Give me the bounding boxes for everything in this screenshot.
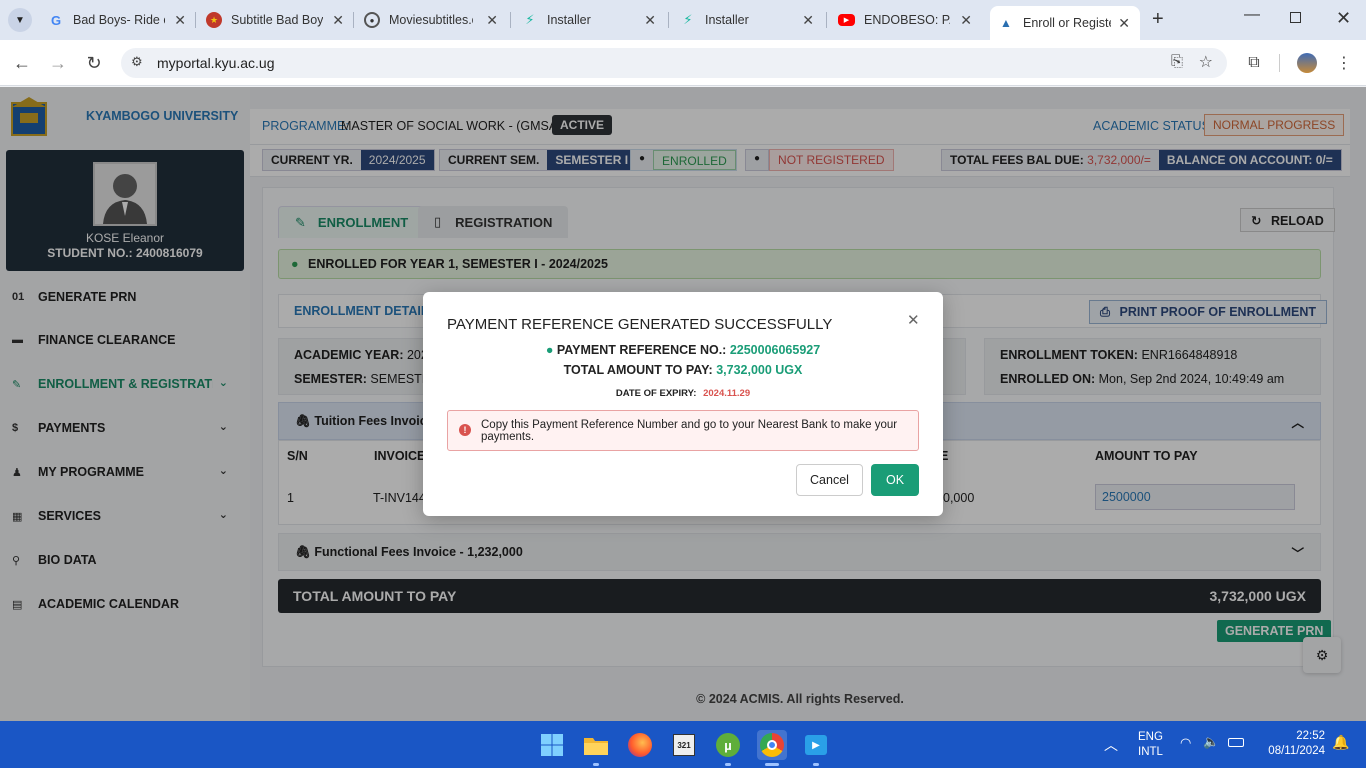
reference-row: ● PAYMENT REFERENCE NO.: 2250006065927 xyxy=(423,343,943,357)
language: ENG xyxy=(1138,731,1163,743)
tab-title: Installer xyxy=(547,13,591,27)
windows-taskbar: 321 µ ▶ ︿ ENG INTL ◠ 🔈 22:52 08/11/2024 … xyxy=(0,721,1366,768)
profile-avatar[interactable] xyxy=(1297,53,1317,73)
new-tab-button[interactable]: + xyxy=(1152,8,1164,31)
site-info-icon[interactable]: ⚙ xyxy=(131,54,143,70)
keyboard-layout: INTL xyxy=(1138,746,1163,758)
moviesubtitles-icon: ● xyxy=(364,12,380,28)
error-icon: ! xyxy=(459,424,471,436)
restore-window-button[interactable] xyxy=(1290,12,1301,23)
reference-label: PAYMENT REFERENCE NO.: xyxy=(556,343,727,357)
browser-tab-bar: ▼ G Bad Boys- Ride o ✕ ★ Subtitle Bad Bo… xyxy=(0,0,1366,40)
close-tab-icon[interactable]: ✕ xyxy=(1118,15,1130,32)
browser-tab-6[interactable]: ▶ ENDOBESO: PAR ✕ xyxy=(838,6,972,34)
back-button[interactable]: ← xyxy=(10,51,34,75)
tab-title: Installer xyxy=(705,13,749,27)
utorrent-icon[interactable]: µ xyxy=(713,730,743,760)
browser-menu-icon[interactable]: ⋮ xyxy=(1332,51,1356,75)
volume-icon[interactable]: 🔈 xyxy=(1203,734,1219,750)
bolt-icon: ⚡ xyxy=(525,12,535,27)
browser-tab-1[interactable]: G Bad Boys- Ride o ✕ xyxy=(48,6,186,34)
payment-reference-modal: PAYMENT REFERENCE GENERATED SUCCESSFULLY… xyxy=(423,292,943,516)
wifi-icon[interactable]: ◠ xyxy=(1180,735,1191,751)
youtube-icon: ▶ xyxy=(838,14,855,26)
media-player-classic-icon[interactable]: 321 xyxy=(669,730,699,760)
url-text[interactable]: myportal.kyu.ac.ug xyxy=(157,55,275,71)
omnibox[interactable]: ⚙ myportal.kyu.ac.ug ⎘ ☆ xyxy=(121,48,1227,78)
windows-start-button[interactable] xyxy=(537,730,567,760)
extensions-icon[interactable]: ⧉ xyxy=(1242,51,1266,75)
tab-title: Bad Boys- Ride o xyxy=(73,13,165,27)
firefox-icon[interactable] xyxy=(625,730,655,760)
tab-title: Subtitle Bad Boy xyxy=(231,13,323,27)
browser-tab-5[interactable]: ⚡ Installer ✕ xyxy=(680,6,814,34)
minimize-window-button[interactable]: — xyxy=(1244,6,1260,24)
close-icon[interactable]: ✕ xyxy=(907,311,920,329)
close-window-button[interactable]: ✕ xyxy=(1336,8,1351,29)
amount-row: TOTAL AMOUNT TO PAY: 3,732,000 UGX xyxy=(423,363,943,377)
chrome-icon[interactable] xyxy=(757,730,787,760)
close-tab-icon[interactable]: ✕ xyxy=(332,12,344,29)
browser-tab-2[interactable]: ★ Subtitle Bad Boy ✕ xyxy=(206,6,344,34)
close-tab-icon[interactable]: ✕ xyxy=(486,12,498,29)
close-tab-icon[interactable]: ✕ xyxy=(644,12,656,29)
address-bar: ← → ↻ ⚙ myportal.kyu.ac.ug ⎘ ☆ ⧉ ⋮ xyxy=(0,40,1366,86)
tab-title: Enroll or Registe xyxy=(1023,16,1111,30)
tab-search-dropdown-button[interactable]: ▼ xyxy=(8,8,32,32)
battery-icon[interactable] xyxy=(1228,738,1244,747)
amount-value: 3,732,000 UGX xyxy=(716,363,803,377)
alert-text: Copy this Payment Reference Number and g… xyxy=(481,419,898,443)
browser-tab-4[interactable]: ⚡ Installer ✕ xyxy=(522,6,656,34)
folder-icon xyxy=(584,738,608,755)
subtitle-site-icon: ★ xyxy=(206,12,222,28)
modal-title: PAYMENT REFERENCE GENERATED SUCCESSFULLY xyxy=(447,316,833,333)
bookmark-star-icon[interactable]: ☆ xyxy=(1199,52,1213,72)
date: 08/11/2024 xyxy=(1268,745,1325,757)
language-indicator[interactable]: ENG INTL xyxy=(1138,730,1163,760)
cancel-button[interactable]: Cancel xyxy=(796,464,863,496)
browser-tab-active[interactable]: ▲ Enroll or Registe ✕ xyxy=(990,6,1140,40)
university-icon: ▲ xyxy=(1000,16,1012,30)
expiry-value: 2024.11.29 xyxy=(703,388,751,399)
install-app-icon[interactable]: ⎘ xyxy=(1171,53,1183,70)
browser-tab-3[interactable]: ● Moviesubtitles.o ✕ xyxy=(364,6,498,34)
show-hidden-icons-button[interactable]: ︿ xyxy=(1104,735,1118,755)
forward-button[interactable]: → xyxy=(46,51,70,75)
alert-box: ! Copy this Payment Reference Number and… xyxy=(447,410,919,451)
google-icon: G xyxy=(50,12,62,28)
amount-label: TOTAL AMOUNT TO PAY: xyxy=(563,363,713,377)
close-tab-icon[interactable]: ✕ xyxy=(960,12,972,29)
time: 22:52 xyxy=(1296,730,1325,742)
video-editor-icon[interactable]: ▶ xyxy=(801,730,831,760)
notification-bell-icon[interactable]: 🔔 xyxy=(1332,734,1349,751)
tab-title: Moviesubtitles.o xyxy=(389,13,473,27)
tab-title: ENDOBESO: PAR xyxy=(864,13,950,27)
check-circle-icon: ● xyxy=(545,343,554,357)
expiry-row: DATE OF EXPIRY: 2024.11.29 xyxy=(423,388,943,399)
reload-button[interactable]: ↻ xyxy=(82,51,106,75)
bolt-icon: ⚡ xyxy=(683,12,693,27)
reference-number: 2250006065927 xyxy=(729,343,821,357)
windows-logo-icon xyxy=(541,734,563,756)
ok-button[interactable]: OK xyxy=(871,464,919,496)
close-tab-icon[interactable]: ✕ xyxy=(802,12,814,29)
close-tab-icon[interactable]: ✕ xyxy=(174,12,186,29)
clock[interactable]: 22:52 08/11/2024 xyxy=(1255,729,1325,759)
expiry-label: DATE OF EXPIRY: xyxy=(615,388,697,399)
file-explorer-icon[interactable] xyxy=(581,730,611,760)
